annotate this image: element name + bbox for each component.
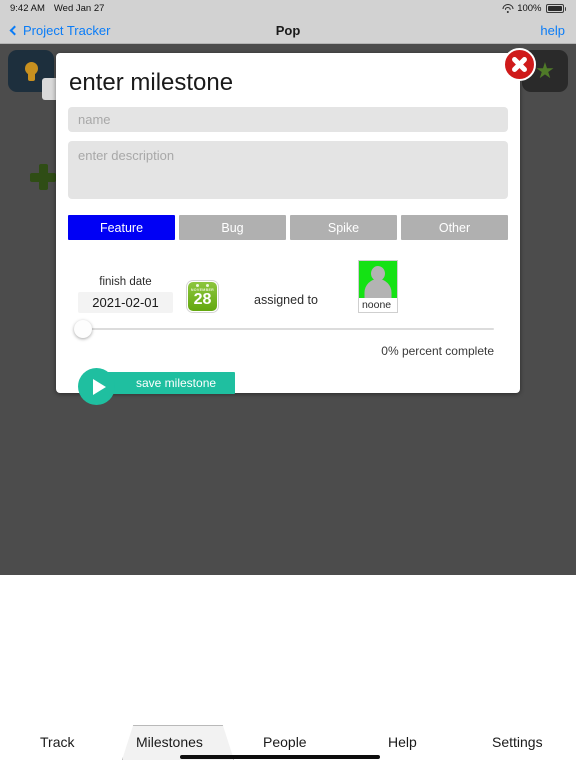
segment-spike[interactable]: Spike: [290, 215, 397, 240]
status-bar-left: 9:42 AM Wed Jan 27: [10, 3, 104, 14]
segment-feature[interactable]: Feature: [68, 215, 175, 240]
wifi-icon: [502, 4, 514, 13]
progress-slider-row: 0% percent complete: [68, 320, 508, 358]
app-screen: 9:42 AM Wed Jan 27 100% Project Tracker …: [0, 0, 576, 768]
segment-other[interactable]: Other: [401, 215, 508, 240]
assigned-to-label: assigned to: [254, 293, 318, 307]
lightbulb-icon: [24, 61, 38, 81]
calendar-icon[interactable]: NOVEMBER 28: [187, 281, 218, 312]
tab-people[interactable]: People: [263, 734, 307, 750]
assignee-group: assigned to noone: [218, 260, 398, 313]
close-icon[interactable]: [503, 48, 536, 81]
play-icon[interactable]: [78, 368, 115, 405]
assignee-avatar[interactable]: noone: [357, 260, 398, 313]
calendar-ring-right: [206, 284, 209, 287]
milestone-name-input[interactable]: [68, 107, 508, 132]
tab-track[interactable]: Track: [40, 734, 74, 750]
finish-date-group: finish date 2021-02-01: [78, 276, 173, 313]
finish-date-value[interactable]: 2021-02-01: [78, 292, 173, 313]
help-link[interactable]: help: [540, 23, 565, 38]
status-date: Wed Jan 27: [53, 3, 105, 14]
tab-milestones[interactable]: Milestones: [136, 734, 203, 750]
close-x-glyph: [511, 56, 528, 73]
tab-help[interactable]: Help: [388, 734, 417, 750]
star-icon: ★: [535, 58, 555, 83]
avatar-image: [358, 261, 397, 298]
back-button-label: Project Tracker: [23, 22, 111, 38]
battery-icon: [545, 4, 566, 13]
enter-milestone-dialog: enter milestone Feature Bug Spike Other …: [56, 48, 536, 405]
home-indicator: [180, 755, 380, 759]
navigation-bar: Project Tracker Pop help: [0, 17, 576, 44]
status-bar: 9:42 AM Wed Jan 27 100%: [0, 0, 576, 17]
calendar-ring-left: [196, 284, 199, 287]
milestone-type-segmented-control: Feature Bug Spike Other: [68, 215, 508, 240]
tab-settings[interactable]: Settings: [492, 734, 543, 750]
segment-bug[interactable]: Bug: [179, 215, 286, 240]
status-time: 9:42 AM: [10, 3, 45, 14]
assignee-name: noone: [358, 298, 397, 312]
play-triangle-glyph: [92, 378, 106, 395]
dialog-title: enter milestone: [69, 69, 234, 96]
status-bar-right: 100%: [502, 3, 566, 14]
back-button[interactable]: Project Tracker: [9, 22, 111, 38]
calendar-day-label: 28: [193, 290, 212, 308]
percent-complete-label: 0% percent complete: [381, 344, 494, 358]
finish-date-label: finish date: [99, 276, 152, 288]
battery-percent-label: 100%: [517, 3, 542, 14]
save-row: save milestone: [68, 368, 508, 405]
chevron-left-icon: [9, 25, 20, 35]
idea-tile[interactable]: [8, 50, 66, 100]
slider-thumb[interactable]: [74, 320, 92, 338]
plus-icon[interactable]: [30, 164, 56, 190]
date-and-assignee-row: finish date 2021-02-01 NOVEMBER 28 assig…: [68, 260, 508, 313]
save-milestone-button[interactable]: save milestone: [100, 372, 235, 394]
milestone-description-input[interactable]: [68, 141, 508, 199]
bottom-tab-bar: Track Milestones People Help Settings: [0, 708, 576, 768]
progress-slider[interactable]: [74, 320, 494, 338]
